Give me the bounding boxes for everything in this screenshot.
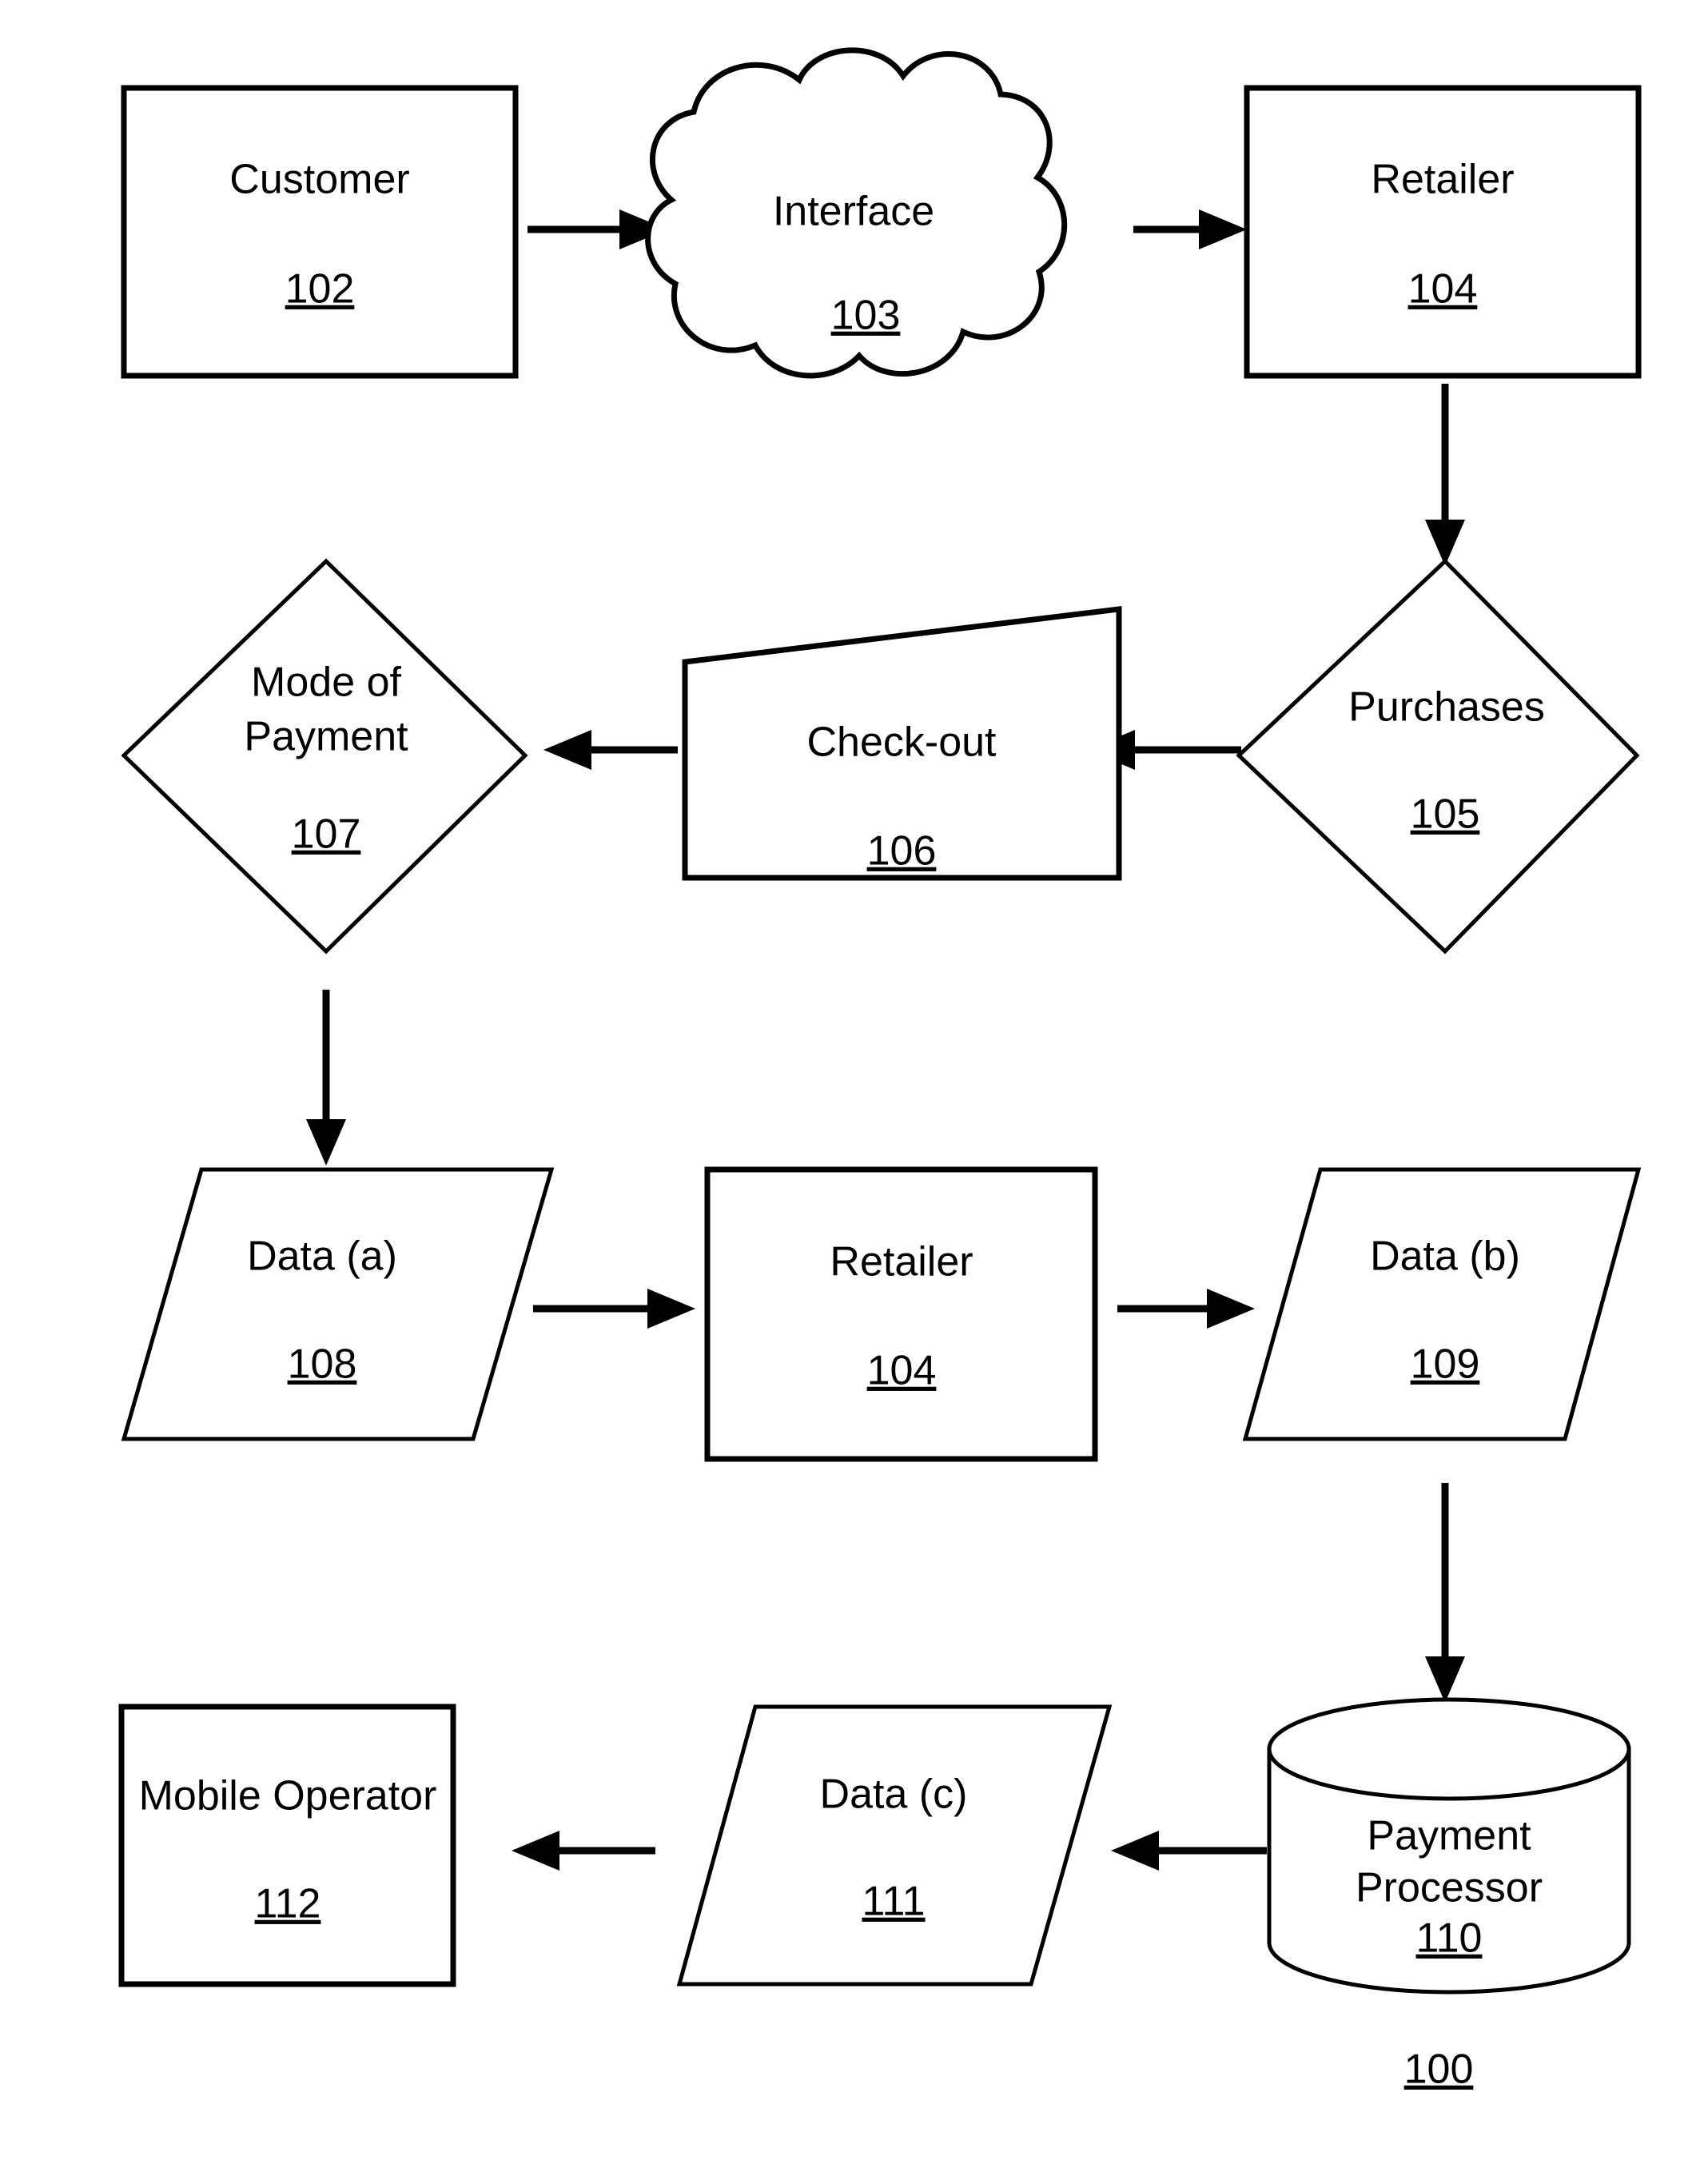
retailer-mid-ref: 104: [867, 1348, 937, 1394]
retailer-top-box-outline: [1244, 85, 1642, 379]
connector-data-b-to-payment-processor: [1425, 1483, 1465, 1703]
arrowhead-right-icon: [1199, 209, 1247, 249]
payment-processor-cylinder-top: [1267, 1697, 1631, 1801]
node-retailer-mid: Retailer 104: [704, 1166, 1098, 1462]
connector-payment-processor-to-data-c: [1111, 1831, 1267, 1871]
figure-reference-numeral: 100: [1404, 2046, 1474, 2093]
data-c-ref: 111: [862, 1879, 925, 1925]
checkout-ref: 106: [867, 828, 937, 875]
arrowhead-left-icon: [1111, 1831, 1159, 1871]
checkout-label: Check-out: [807, 719, 997, 766]
arrowhead-left-icon: [543, 730, 591, 770]
node-retailer-top: Retailer 104: [1244, 85, 1642, 379]
node-checkout: Check-out 106: [682, 606, 1122, 881]
retailer-top-label: Retailer: [1371, 157, 1514, 203]
data-c-parallelogram-outline: [676, 1704, 1113, 1987]
payment-processor-label-line2: Processor: [1356, 1865, 1543, 1911]
data-b-label: Data (b): [1370, 1233, 1520, 1280]
mode-of-payment-label-line1: Mode of: [251, 660, 401, 706]
connector-retailer-top-to-purchases: [1425, 384, 1465, 566]
purchases-ref: 105: [1411, 791, 1480, 838]
connector-checkout-to-mode-of-payment: [543, 730, 678, 770]
connector-data-c-to-mobile-operator: [512, 1831, 655, 1871]
arrowhead-left-icon: [512, 1831, 559, 1871]
payment-processor-ref: 110: [1416, 1915, 1483, 1962]
node-customer: Customer 102: [121, 85, 519, 379]
customer-box-outline: [121, 85, 519, 379]
data-a-ref: 108: [288, 1341, 357, 1388]
customer-label: Customer: [229, 157, 409, 203]
node-payment-processor: Payment Processor 110: [1267, 1697, 1631, 1995]
node-data-b: Data (b) 109: [1242, 1167, 1642, 1441]
arrowhead-down-icon: [1425, 1656, 1465, 1703]
node-mode-of-payment: Mode of Payment 107: [121, 558, 528, 954]
customer-ref: 102: [285, 266, 355, 313]
connector-data-a-to-retailer-mid: [533, 1289, 695, 1329]
node-data-c: Data (c) 111: [676, 1704, 1113, 1987]
connector-interface-to-retailer-top: [1133, 209, 1247, 249]
arrowhead-right-icon: [1207, 1289, 1255, 1329]
node-purchases: Purchases 105: [1236, 558, 1640, 954]
flowchart-diagram: Customer 102 Interface 103 Retailer 104 …: [0, 0, 1708, 2176]
data-b-parallelogram-outline: [1242, 1167, 1642, 1441]
flowchart-canvas: Customer 102 Interface 103 Retailer 104 …: [118, 47, 1642, 2093]
node-data-a: Data (a) 108: [121, 1167, 555, 1441]
data-b-ref: 109: [1411, 1341, 1480, 1388]
purchases-diamond-outline: [1236, 558, 1640, 954]
mobile-operator-box-outline: [118, 1704, 456, 1987]
node-interface: Interface 103: [645, 47, 1068, 379]
interface-ref: 103: [831, 293, 901, 339]
arrowhead-right-icon: [647, 1289, 695, 1329]
data-c-label: Data (c): [820, 1771, 968, 1818]
retailer-top-ref: 104: [1408, 266, 1478, 313]
mode-of-payment-label-line2: Payment: [244, 714, 408, 760]
data-a-label: Data (a): [247, 1233, 397, 1280]
retailer-mid-label: Retailer: [830, 1239, 973, 1285]
connector-mode-of-payment-to-data-a: [306, 990, 346, 1166]
data-a-parallelogram-outline: [121, 1167, 555, 1441]
interface-label: Interface: [773, 189, 934, 235]
node-mobile-operator: Mobile Operator 112: [118, 1704, 456, 1987]
mode-of-payment-ref: 107: [292, 811, 361, 858]
purchases-label: Purchases: [1348, 684, 1545, 731]
mobile-operator-ref: 112: [255, 1881, 321, 1927]
mobile-operator-label: Mobile Operator: [139, 1773, 437, 1819]
connector-retailer-mid-to-data-b: [1117, 1289, 1255, 1329]
arrowhead-down-icon: [306, 1119, 346, 1166]
retailer-mid-box-outline: [704, 1166, 1098, 1462]
figure-reference: 100: [1404, 2046, 1474, 2093]
payment-processor-label-line1: Payment: [1367, 1813, 1531, 1859]
